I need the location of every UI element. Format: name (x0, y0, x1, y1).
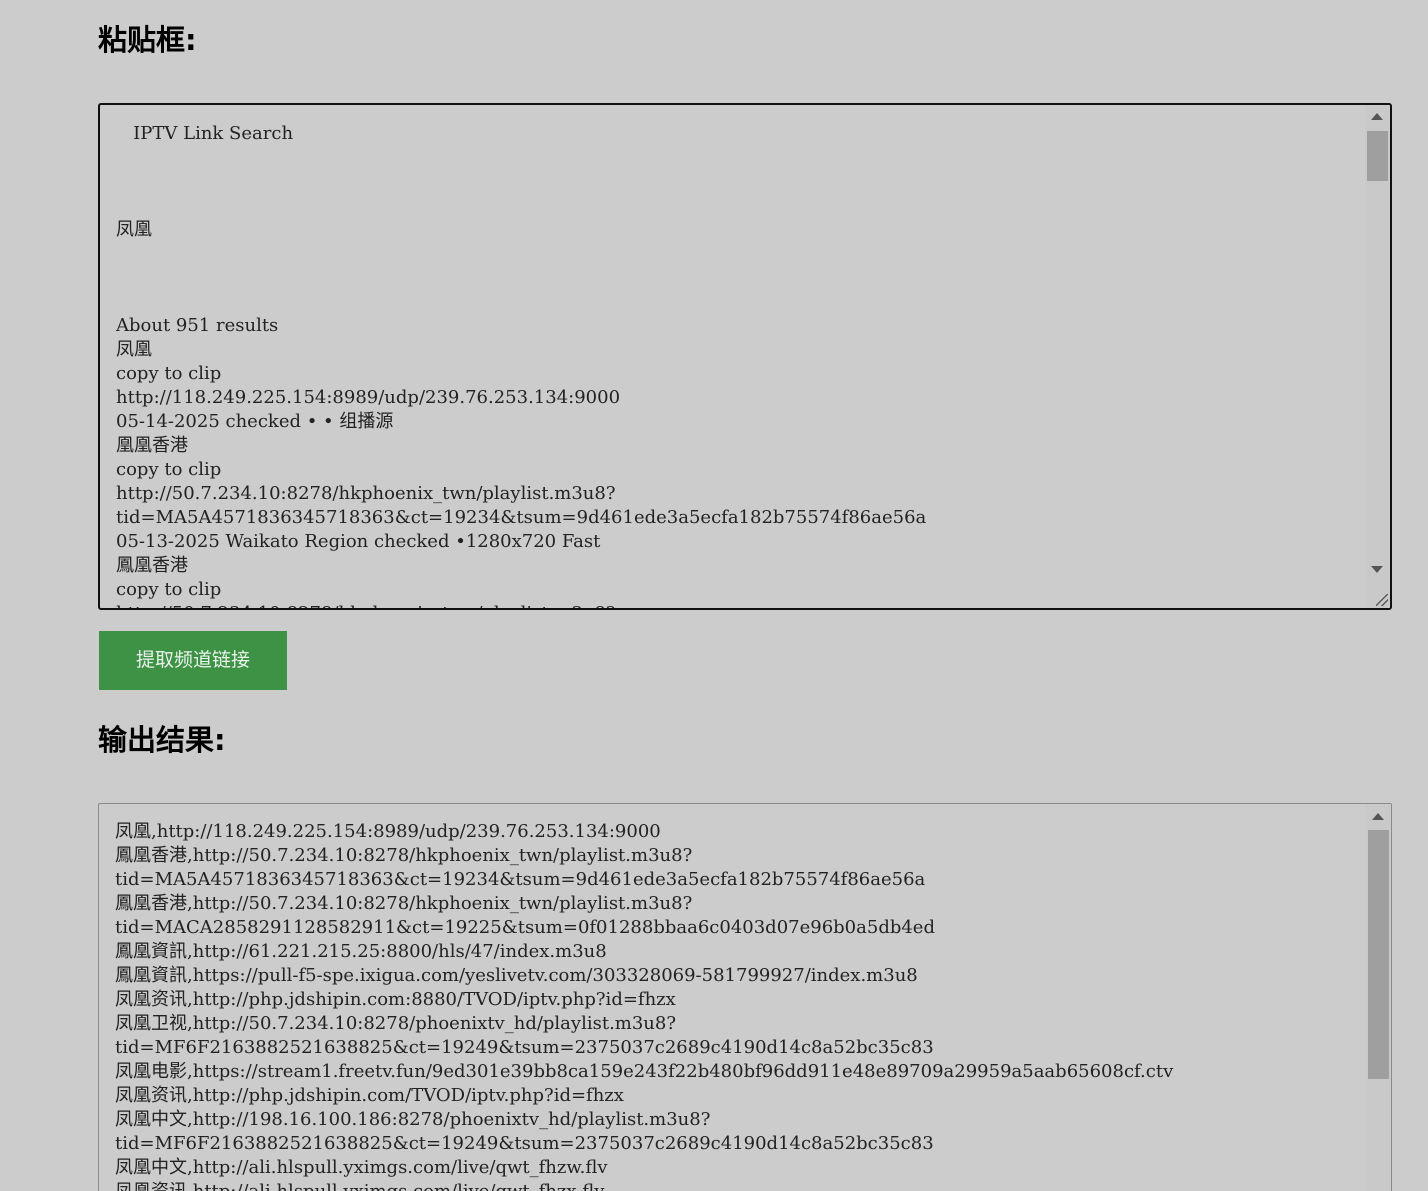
paste-textarea[interactable]: IPTV Link Search 凤凰 About 951 results 凤凰… (98, 103, 1392, 610)
scroll-up-arrow-icon[interactable] (1372, 813, 1384, 820)
extract-channel-links-button[interactable]: 提取频道链接 (99, 631, 287, 690)
output-textarea-content[interactable]: 凤凰,http://118.249.225.154:8989/udp/239.7… (115, 820, 1361, 1191)
resize-grip-icon[interactable] (1376, 594, 1388, 606)
scroll-up-arrow-icon[interactable] (1371, 113, 1383, 120)
scroll-down-arrow-icon[interactable] (1371, 566, 1383, 573)
paste-textarea-content[interactable]: IPTV Link Search 凤凰 About 951 results 凤凰… (116, 122, 1360, 608)
scrollbar-thumb[interactable] (1368, 830, 1389, 1079)
output-result-heading: 输出结果: (98, 723, 226, 757)
paste-textarea-scrollbar[interactable] (1365, 105, 1390, 608)
output-textarea[interactable]: 凤凰,http://118.249.225.154:8989/udp/239.7… (98, 803, 1392, 1191)
output-textarea-scrollbar[interactable] (1366, 804, 1391, 1191)
paste-box-heading: 粘贴框: (98, 23, 197, 57)
scrollbar-thumb[interactable] (1367, 131, 1388, 181)
